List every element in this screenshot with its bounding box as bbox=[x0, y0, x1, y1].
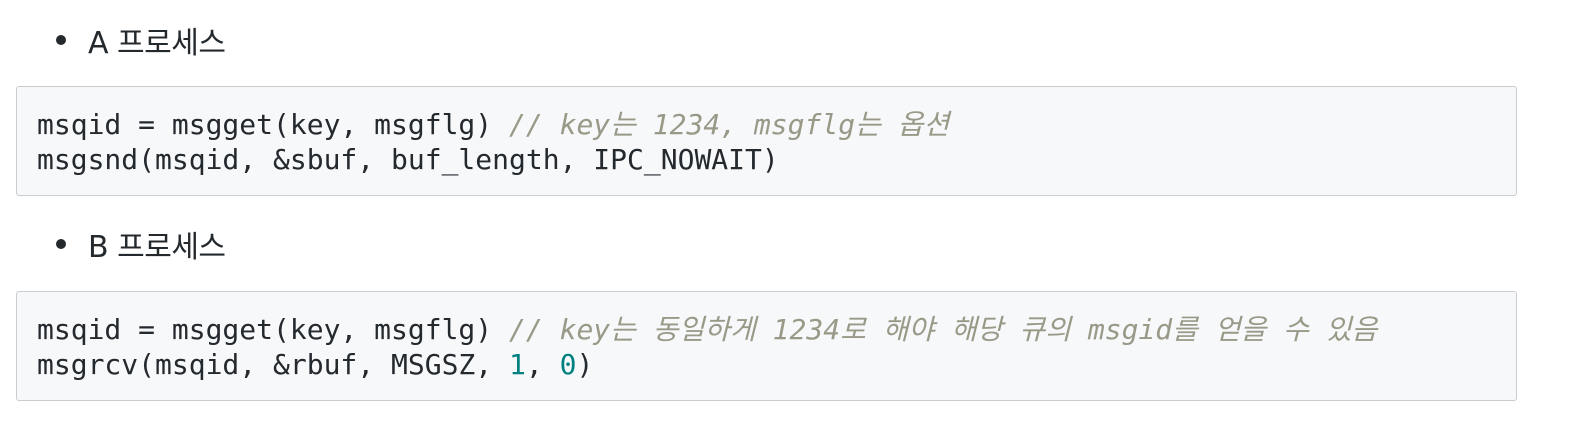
code-comment: // key는 1234, msgflg는 옵션 bbox=[509, 108, 950, 141]
code-text: msgrcv(msqid, &rbuf, MSGSZ, bbox=[37, 348, 510, 381]
code-text: msqid = msgget(key, msgflg) bbox=[37, 108, 510, 141]
list-item-b-process: B 프로세스 bbox=[56, 224, 226, 265]
code-text: msgsnd(msqid, &sbuf, buf_length, IPC_NOW… bbox=[37, 143, 779, 176]
code-line: msqid = msgget(key, msgflg) // key는 1234… bbox=[37, 107, 1516, 142]
code-text: msqid = msgget(key, msgflg) bbox=[37, 313, 510, 346]
list-item-a-process: A 프로세스 bbox=[56, 20, 226, 61]
code-comment: // key는 동일하게 1234로 해야 해당 큐의 msgid를 얻을 수 … bbox=[509, 313, 1378, 346]
bullet-icon bbox=[56, 35, 66, 45]
list-item-label: A 프로세스 bbox=[88, 26, 226, 61]
code-line: msgsnd(msqid, &sbuf, buf_length, IPC_NOW… bbox=[37, 142, 1516, 177]
code-block-b: msqid = msgget(key, msgflg) // key는 동일하게… bbox=[16, 291, 1517, 401]
code-line: msgrcv(msqid, &rbuf, MSGSZ, 1, 0) bbox=[37, 347, 1516, 382]
code-line: msqid = msgget(key, msgflg) // key는 동일하게… bbox=[37, 312, 1516, 347]
bullet-icon bbox=[56, 239, 66, 249]
list-item-label: B 프로세스 bbox=[88, 230, 226, 265]
code-text: , bbox=[525, 348, 560, 381]
code-block-a: msqid = msgget(key, msgflg) // key는 1234… bbox=[16, 86, 1517, 196]
code-text: ) bbox=[576, 348, 594, 381]
code-number: 1 bbox=[509, 348, 526, 381]
code-number: 0 bbox=[559, 348, 577, 381]
